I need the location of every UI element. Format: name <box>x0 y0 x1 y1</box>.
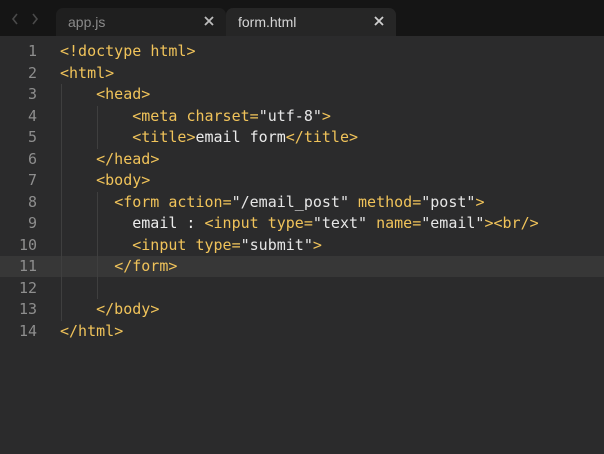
line-number: 6 <box>27 149 37 168</box>
close-icon[interactable] <box>204 16 214 26</box>
line-code: <!doctype html> <box>60 42 196 60</box>
code-editor[interactable]: 1 <!doctype html> 2 <html> 3 <head> 4 <meta c… <box>0 36 604 454</box>
line-number: 9 <box>27 214 37 232</box>
indent-guide <box>61 84 62 321</box>
line-code: <html> <box>60 63 115 82</box>
line-code: </form> <box>114 257 178 275</box>
tab-label: app.js <box>68 14 106 30</box>
line-number: 5 <box>27 128 37 146</box>
line-number: 7 <box>27 171 37 189</box>
code-line[interactable]: 10 <input type="submit"> <box>0 235 604 256</box>
line-code: <body> <box>96 171 151 189</box>
line-number: 2 <box>27 63 37 82</box>
tab-label: form.html <box>238 14 297 30</box>
code-line[interactable]: 12 <box>0 278 604 299</box>
code-line[interactable]: 14 </html> <box>0 321 604 342</box>
indent-guide <box>97 191 99 299</box>
code-line[interactable]: 2 <html> <box>0 63 604 84</box>
code-line[interactable]: 3 <head> <box>0 84 604 105</box>
line-number: 4 <box>27 106 37 125</box>
code-line[interactable]: 13 </body> <box>0 299 604 320</box>
line-code: email : <input type="text" name="email">… <box>60 214 539 232</box>
code-line[interactable]: 11 </form> <box>0 256 604 277</box>
line-code: <input type="submit"> <box>132 235 322 254</box>
line-number: 8 <box>27 192 37 211</box>
line-number: 1 <box>27 42 37 60</box>
chevron-left-icon[interactable] <box>10 12 20 26</box>
tab-form-html[interactable]: form.html <box>226 8 396 36</box>
code-line[interactable]: 1 <!doctype html> <box>0 41 604 62</box>
line-number: 3 <box>27 85 37 103</box>
tab-app-js[interactable]: app.js <box>56 8 226 36</box>
tab-bar: app.js form.html <box>0 0 604 37</box>
line-code: <meta charset="utf-8"> <box>132 106 331 125</box>
line-number: 13 <box>18 300 37 318</box>
line-number: 10 <box>18 235 37 254</box>
chevron-right-icon[interactable] <box>30 12 40 26</box>
line-code: <form action="/email_post" method="post"… <box>114 192 485 211</box>
line-code: <head> <box>96 85 151 103</box>
history-nav <box>10 11 44 27</box>
line-number: 14 <box>18 321 37 340</box>
code-line[interactable]: 4 <meta charset="utf-8"> <box>0 106 604 127</box>
code-line[interactable]: 7 <body> <box>0 170 604 191</box>
line-code: </head> <box>96 149 160 168</box>
code-line[interactable]: 5 <title>email form</title> <box>0 127 604 148</box>
line-code: </body> <box>96 300 160 318</box>
line-number: 11 <box>18 257 37 275</box>
code-line[interactable]: 9 email : <input type="text" name="email… <box>0 213 604 234</box>
line-number: 12 <box>18 278 37 297</box>
close-icon[interactable] <box>374 16 384 26</box>
line-code: </html> <box>60 321 124 340</box>
code-line[interactable]: 6 </head> <box>0 149 604 170</box>
code-line[interactable]: 8 <form action="/email_post" method="pos… <box>0 192 604 213</box>
line-code: <title>email form</title> <box>132 128 359 146</box>
indent-guide <box>97 105 99 149</box>
